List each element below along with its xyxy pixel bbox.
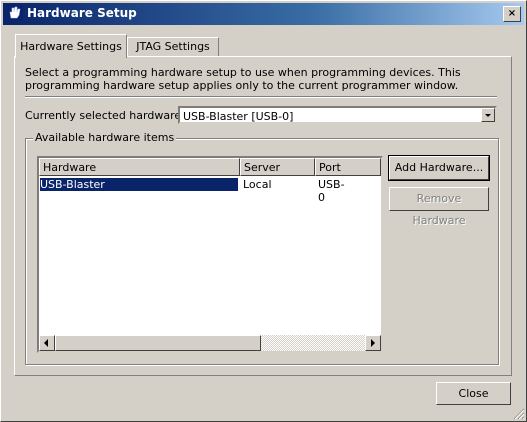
- description-text: Select a programming hardware setup to u…: [25, 66, 461, 92]
- hardware-combobox-value: USB-Blaster [USB-0]: [183, 110, 294, 123]
- tab-jtag-settings[interactable]: JTAG Settings: [127, 37, 219, 56]
- cell-hardware: USB-Blaster: [39, 177, 239, 192]
- arrow-left-icon: [44, 339, 48, 347]
- title-bar[interactable]: Hardware Setup ×: [3, 3, 524, 25]
- combobox-dropdown-button[interactable]: [481, 108, 495, 122]
- title-close-button[interactable]: ×: [503, 6, 521, 22]
- hand-icon: [7, 5, 23, 21]
- close-button[interactable]: Close: [436, 382, 511, 405]
- add-hardware-button[interactable]: Add Hardware...: [388, 155, 490, 181]
- scroll-right-button[interactable]: [365, 335, 381, 351]
- close-icon: ×: [507, 8, 517, 19]
- available-hardware-legend: Available hardware items: [33, 131, 177, 144]
- cell-server: Local: [243, 178, 272, 191]
- hardware-combobox[interactable]: USB-Blaster [USB-0]: [178, 106, 497, 124]
- column-header-hardware[interactable]: Hardware: [39, 158, 240, 176]
- horizontal-scrollbar[interactable]: [39, 335, 381, 351]
- window-title: Hardware Setup: [27, 6, 137, 20]
- tab-hardware-settings[interactable]: Hardware Settings: [15, 34, 127, 58]
- scroll-left-button[interactable]: [39, 335, 55, 351]
- tab-jtag-settings-label: JTAG Settings: [136, 40, 210, 53]
- separator: [25, 96, 497, 98]
- chevron-down-icon: [485, 114, 491, 117]
- column-header-server[interactable]: Server: [240, 158, 315, 176]
- tab-hardware-settings-label: Hardware Settings: [20, 40, 122, 53]
- scrollbar-thumb[interactable]: [55, 335, 261, 351]
- column-header-port[interactable]: Port: [315, 158, 381, 176]
- resize-grip-icon[interactable]: [513, 408, 525, 420]
- currently-selected-hardware-label: Currently selected hardware:: [25, 109, 185, 122]
- hardware-list[interactable]: Hardware Server Port USB-Blaster Local U…: [37, 156, 383, 353]
- remove-hardware-button[interactable]: Remove Hardware: [389, 187, 489, 227]
- cell-port: USB-0: [318, 178, 345, 204]
- arrow-right-icon: [371, 339, 375, 347]
